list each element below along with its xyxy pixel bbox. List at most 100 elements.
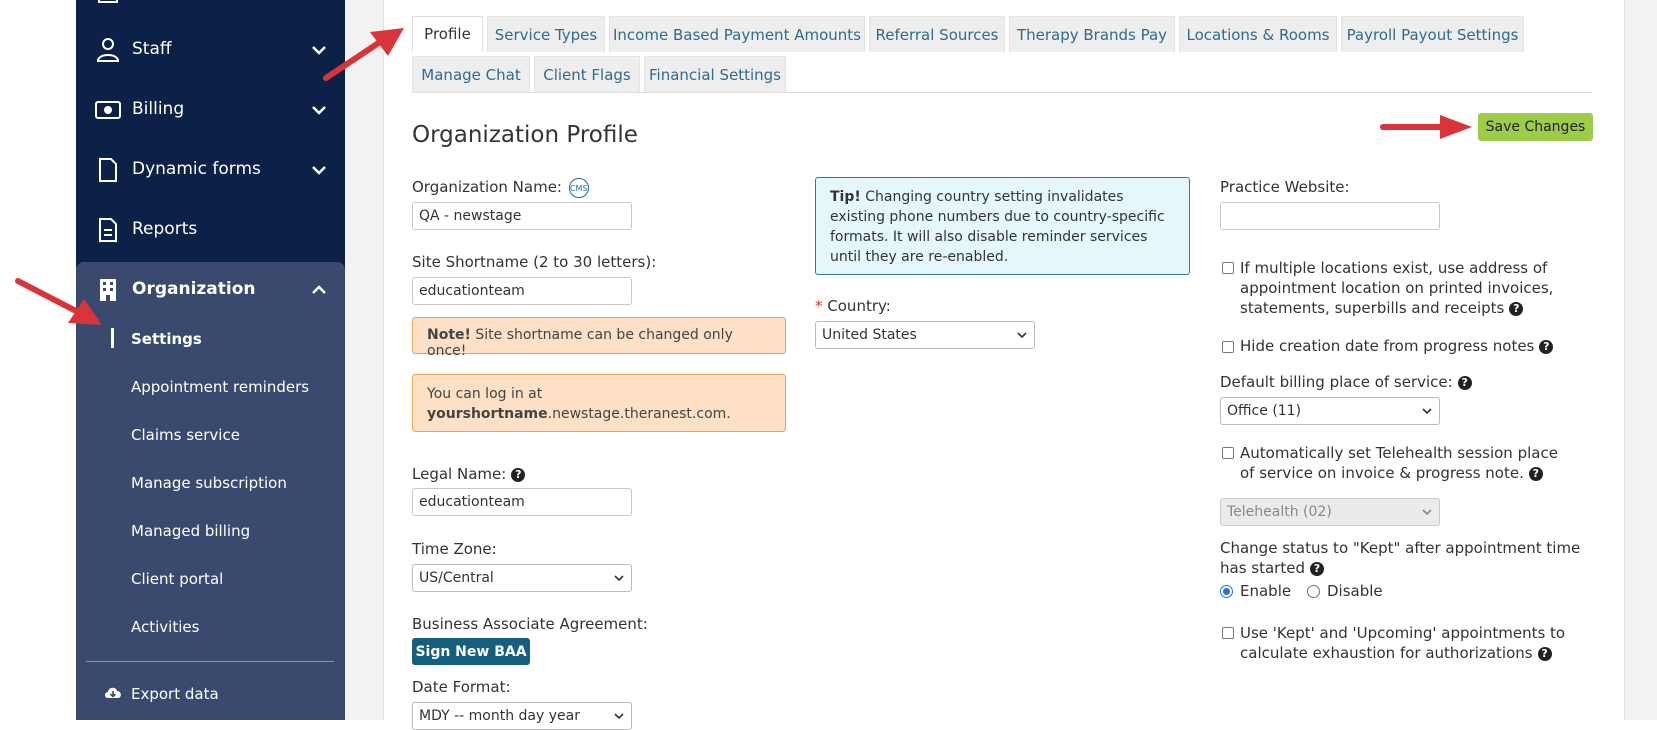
multi-address-text: If multiple locations exist, use address… [1240,259,1554,317]
note-bold: Note! [427,327,471,343]
kept-upcoming-checkbox[interactable] [1222,627,1234,639]
help-icon[interactable]: ? [1528,467,1543,481]
sidebar-subitem-client-portal[interactable]: Client portal [131,570,223,588]
shortname-note: Note! Site shortname can be changed only… [412,317,786,359]
time-zone-select[interactable]: US/Central [412,564,632,592]
sidebar-subitem-manage-subscription[interactable]: Manage subscription [131,474,287,492]
tab-therapy-brands-pay[interactable]: Therapy Brands Pay [1009,16,1175,52]
sidebar-item-organization[interactable]: Organization [76,262,345,318]
sidebar-item-label: Billing [132,99,185,119]
tab-manage-chat[interactable]: Manage Chat [412,56,530,92]
chevron-down-icon [1017,332,1027,339]
chevron-down-icon [312,166,326,175]
date-format-label: Date Format: [412,678,511,696]
sidebar-subitem-settings[interactable]: Settings [131,330,202,348]
annotation-arrow-icon [323,28,404,81]
chevron-down-icon [1422,509,1432,516]
telehealth-label: Automatically set Telehealth session pla… [1240,443,1570,483]
hide-creation-label: Hide creation date from progress notes? [1240,337,1554,355]
sidebar-item-dynamic-forms[interactable]: Dynamic forms [76,142,345,198]
login-line1: You can log in at [427,386,543,402]
sign-new-baa-button[interactable]: Sign New BAA [412,638,530,665]
help-icon[interactable]: ? [1539,340,1554,354]
multi-address-checkbox[interactable] [1222,262,1234,274]
page-title: Organization Profile [412,122,638,148]
org-name-label-text: Organization Name: [412,178,562,196]
date-format-value: MDY -- month day year [419,708,580,724]
shortname-input[interactable] [412,277,632,305]
chevron-down-icon [312,106,326,115]
kept-upcoming-text: Use 'Kept' and 'Upcoming' appointments t… [1240,624,1566,662]
page-background [345,0,383,720]
save-changes-button[interactable]: Save Changes [1478,113,1593,141]
enable-label: Enable [1240,582,1292,600]
sidebar-subitem-claims-service[interactable]: Claims service [131,426,240,444]
country-label: * Country: [815,297,891,315]
billing-pos-select[interactable]: Office (11) [1220,397,1440,425]
billing-pos-label: Default billing place of service:? [1220,373,1472,391]
tabs-divider [412,92,1592,93]
help-icon[interactable]: ? [1309,562,1324,576]
telehealth-checkbox[interactable] [1222,447,1234,459]
hide-creation-checkbox[interactable] [1222,341,1234,353]
tab-locations-rooms[interactable]: Locations & Rooms [1179,16,1337,52]
tip-bold: Tip! [830,189,861,205]
help-icon[interactable]: ? [511,468,526,482]
sidebar-item-label: Organization [132,279,256,299]
chevron-down-icon [1422,408,1432,415]
telehealth-text: Automatically set Telehealth session pla… [1240,444,1558,482]
country-select[interactable]: United States [815,321,1035,349]
billing-pos-value: Office (11) [1227,403,1302,419]
help-icon[interactable]: ? [1509,302,1524,316]
website-label: Practice Website: [1220,178,1350,196]
tab-financial-settings[interactable]: Financial Settings [644,56,786,92]
sidebar-item-reports[interactable]: Reports [76,202,345,258]
date-format-select[interactable]: MDY -- month day year [412,702,632,730]
country-label-text: Country: [827,297,891,315]
staff-icon [96,38,120,62]
kept-status-label: Change status to "Kept" after appointmen… [1220,538,1590,578]
sidebar-item-label: Dynamic forms [132,159,261,179]
tab-payroll-payout-settings[interactable]: Payroll Payout Settings [1341,16,1524,52]
sidebar: Staff Billing Dynamic forms Reports Orga… [76,0,345,720]
multi-address-label: If multiple locations exist, use address… [1240,258,1570,318]
sidebar-subitem-appointment-reminders[interactable]: Appointment reminders [131,378,309,396]
help-icon[interactable]: ? [1537,647,1552,661]
help-icon[interactable]: ? [1457,376,1472,390]
sidebar-subitem-activities[interactable]: Activities [131,618,199,636]
sidebar-item-billing[interactable]: Billing [76,82,345,138]
org-name-label: Organization Name: CMS [412,178,589,198]
tab-income-based-payment-amounts[interactable]: Income Based Payment Amounts [609,16,865,52]
time-zone-value: US/Central [419,570,494,586]
tab-profile[interactable]: Profile [412,16,483,52]
main-panel [383,0,1625,720]
tab-referral-sources[interactable]: Referral Sources [869,16,1005,52]
cloud-download-icon [105,687,121,698]
sidebar-subitem-export-data[interactable]: Export data [131,685,219,703]
baa-label: Business Associate Agreement: [412,615,648,633]
org-name-input[interactable] [412,202,632,230]
sidebar-subitem-managed-billing[interactable]: Managed billing [131,522,250,540]
website-input[interactable] [1220,202,1440,230]
cms-badge-icon: CMS [568,178,589,198]
chevron-down-icon [614,575,624,582]
disable-radio[interactable] [1307,585,1320,598]
reports-icon [99,218,117,242]
sidebar-item-staff[interactable]: Staff [76,22,345,78]
tab-client-flags[interactable]: Client Flags [534,56,640,92]
login-shortname: yourshortname [427,406,548,422]
enable-radio[interactable] [1220,585,1233,598]
folder-icon [98,0,118,3]
telehealth-pos-value: Telehealth (02) [1227,504,1332,520]
country-tip: Tip! Changing country setting invalidate… [815,177,1190,275]
chevron-up-icon [312,285,326,294]
shortname-label: Site Shortname (2 to 30 letters): [412,253,657,271]
kept-upcoming-label: Use 'Kept' and 'Upcoming' appointments t… [1240,623,1570,663]
legal-name-input[interactable] [412,488,632,516]
tab-service-types[interactable]: Service Types [487,16,605,52]
hide-creation-text: Hide creation date from progress notes [1240,337,1535,355]
telehealth-pos-select[interactable]: Telehealth (02) [1220,498,1440,526]
dynamic-forms-icon [99,158,117,182]
required-marker: * [815,297,823,315]
tip-text: Changing country setting invalidates exi… [830,189,1165,265]
